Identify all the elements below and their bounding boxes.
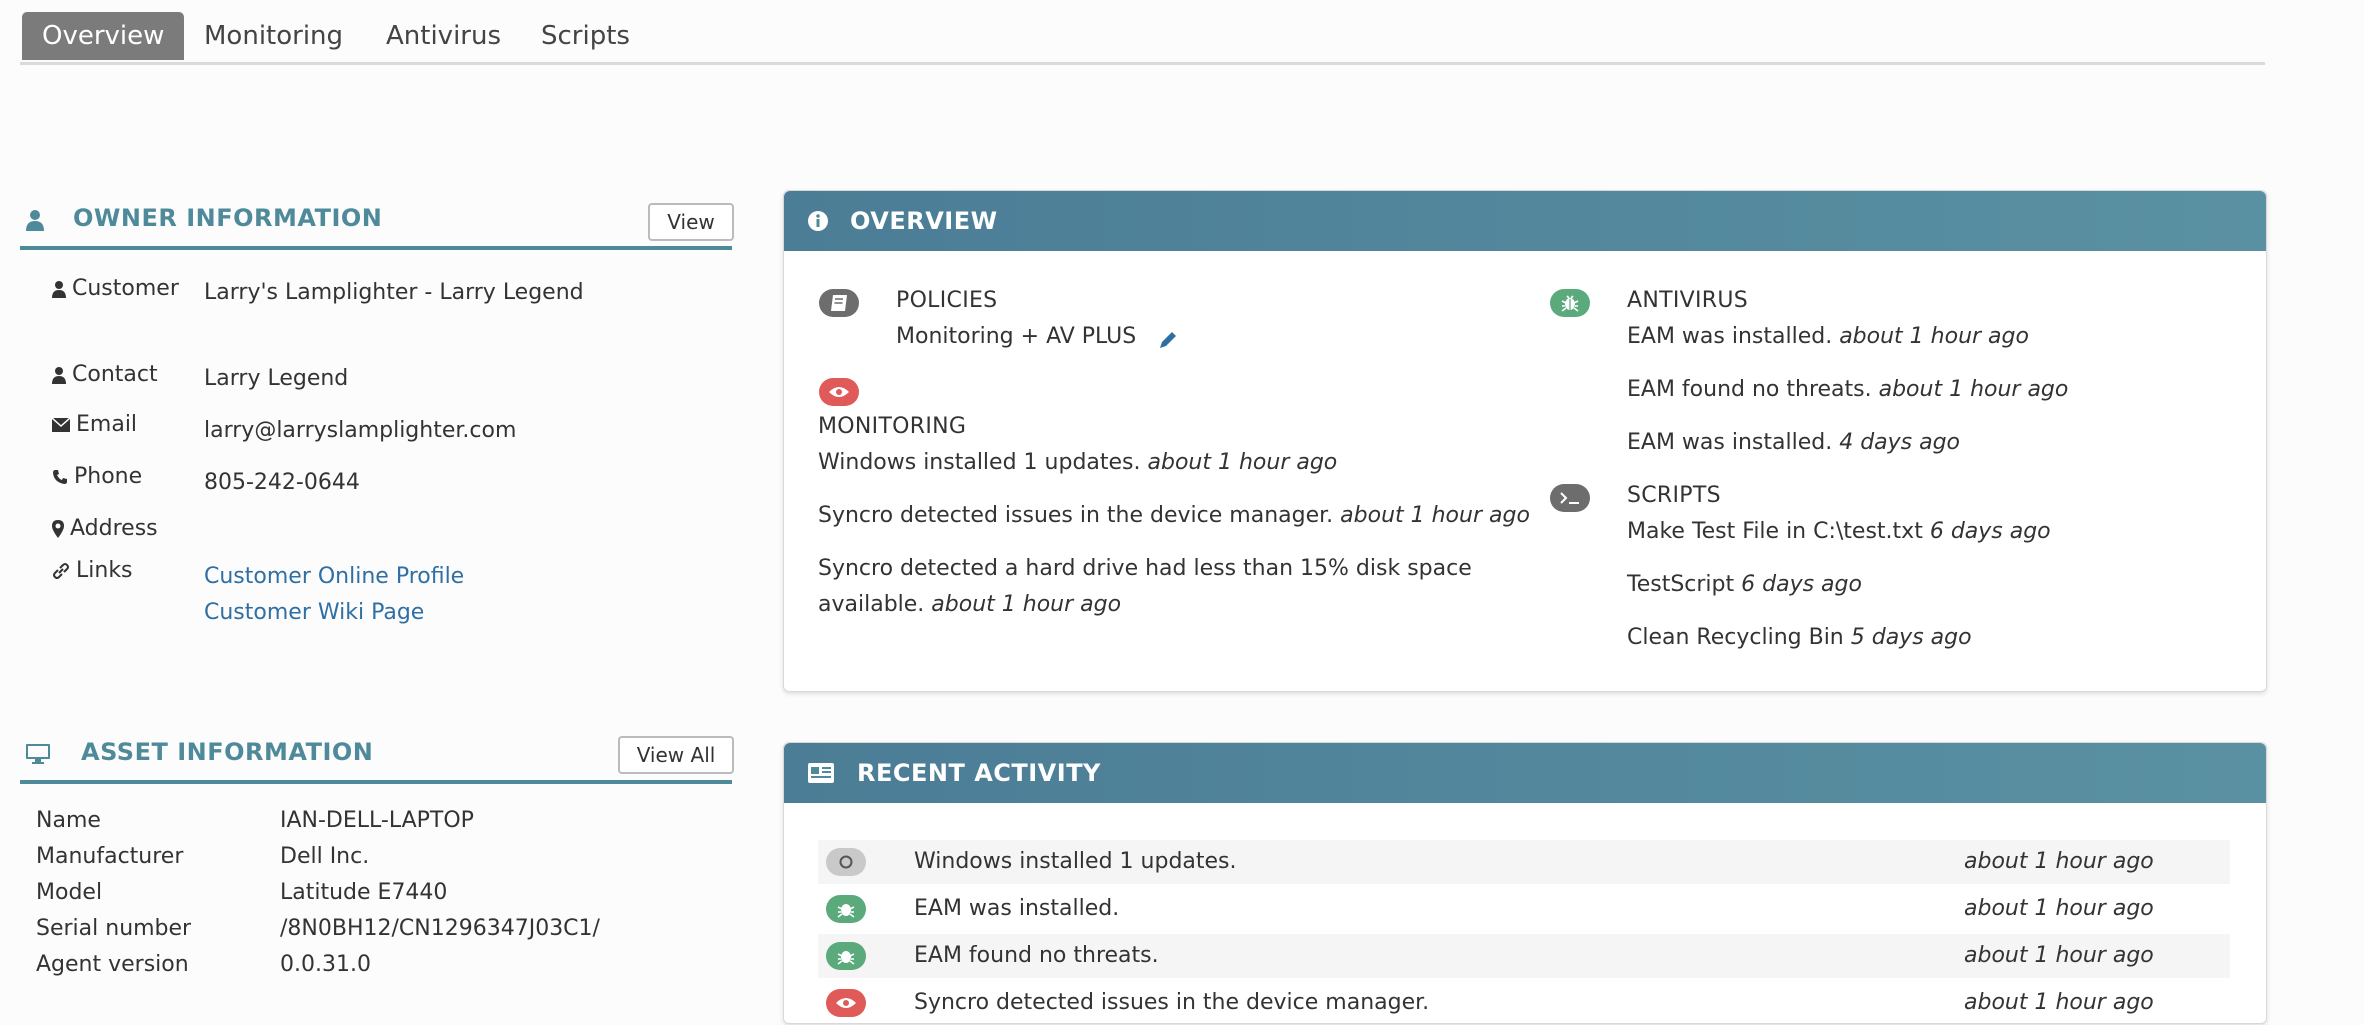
antivirus-item: EAM found no threats. about 1 hour ago — [1627, 377, 2069, 402]
activity-time: about 1 hour ago — [1964, 990, 2154, 1015]
asset-manufacturer-value: Dell Inc. — [280, 844, 370, 869]
policies-title: POLICIES — [896, 288, 998, 313]
recent-activity-card-header: RECENT ACTIVITY — [784, 743, 2266, 803]
envelope-icon — [52, 418, 70, 432]
policy-value: Monitoring + AV PLUS — [896, 324, 1137, 349]
overview-title: OVERVIEW — [850, 207, 998, 235]
activity-badge — [826, 895, 866, 923]
bug-icon — [837, 904, 855, 918]
tab-monitoring[interactable]: Monitoring — [204, 12, 343, 60]
activity-text: EAM found no threats. — [914, 943, 1159, 968]
asset-model-value: Latitude E7440 — [280, 880, 448, 905]
terminal-icon — [1560, 492, 1579, 504]
phone-icon — [53, 470, 67, 484]
circle-icon — [839, 855, 853, 869]
monitoring-item-continued: available. about 1 hour ago — [818, 592, 1122, 617]
asset-info-title: ASSET INFORMATION — [81, 738, 374, 766]
activity-text: Syncro detected issues in the device man… — [914, 990, 1430, 1015]
activity-row: EAM was installed. about 1 hour ago — [818, 887, 2230, 931]
news-icon — [808, 763, 834, 783]
antivirus-title: ANTIVIRUS — [1627, 288, 1749, 313]
policies-badge — [819, 289, 859, 317]
user-icon — [52, 367, 66, 384]
email-label: Email — [52, 412, 137, 437]
asset-name-value: IAN-DELL-LAPTOP — [280, 808, 474, 833]
scripts-item: Make Test File in C:\test.txt 6 days ago — [1627, 519, 2051, 544]
scripts-item: TestScript 6 days ago — [1627, 572, 1862, 597]
info-icon — [808, 211, 828, 231]
activity-text: Windows installed 1 updates. — [914, 849, 1237, 874]
activity-row: EAM found no threats. about 1 hour ago — [818, 934, 2230, 978]
antivirus-item: EAM was installed. about 1 hour ago — [1627, 324, 2029, 349]
user-icon — [52, 281, 66, 298]
link-icon — [53, 563, 69, 579]
bug-icon — [1561, 295, 1579, 312]
asset-agent-version-label: Agent version — [36, 952, 189, 977]
contact-value: Larry Legend — [204, 366, 349, 391]
asset-manufacturer-label: Manufacturer — [36, 844, 184, 869]
contact-label: Contact — [52, 362, 158, 387]
activity-time: about 1 hour ago — [1964, 943, 2154, 968]
owner-view-button[interactable]: View — [648, 203, 734, 241]
activity-badge — [826, 848, 866, 876]
customer-wiki-page-link[interactable]: Customer Wiki Page — [204, 600, 424, 625]
customer-online-profile-link[interactable]: Customer Online Profile — [204, 564, 464, 589]
activity-row: Windows installed 1 updates. about 1 hou… — [818, 840, 2230, 884]
links-label: Links — [52, 558, 133, 583]
scripts-title: SCRIPTS — [1627, 483, 1721, 508]
tab-antivirus[interactable]: Antivirus — [386, 12, 501, 60]
asset-serial-value: /8N0BH12/CN1296347J03C1/ — [280, 916, 600, 941]
bug-icon — [837, 951, 855, 965]
tab-scripts[interactable]: Scripts — [541, 12, 630, 60]
tab-overview[interactable]: Overview — [22, 12, 185, 60]
book-icon — [831, 295, 847, 311]
asset-name-label: Name — [36, 808, 101, 833]
asset-model-label: Model — [36, 880, 103, 905]
phone-label: Phone — [52, 464, 142, 489]
antivirus-item: EAM was installed. 4 days ago — [1627, 430, 1961, 455]
pencil-icon[interactable] — [1158, 330, 1178, 350]
activity-time: about 1 hour ago — [1964, 849, 2154, 874]
owner-info-title: OWNER INFORMATION — [73, 204, 383, 232]
address-label: Address — [52, 516, 158, 541]
monitor-icon — [26, 744, 50, 764]
tab-bar: Overview Monitoring Antivirus Scripts — [20, 10, 2265, 65]
user-icon — [26, 210, 44, 231]
monitoring-item: Syncro detected a hard drive had less th… — [818, 556, 1472, 581]
customer-label: Customer — [52, 276, 179, 301]
scripts-item: Clean Recycling Bin 5 days ago — [1627, 625, 1972, 650]
asset-serial-label: Serial number — [36, 916, 192, 941]
activity-badge — [826, 942, 866, 970]
overview-card-header: OVERVIEW — [784, 191, 2266, 251]
activity-badge — [826, 989, 866, 1017]
monitoring-item: Syncro detected issues in the device man… — [818, 503, 1530, 528]
monitoring-badge — [819, 378, 859, 406]
activity-time: about 1 hour ago — [1964, 896, 2154, 921]
monitoring-item: Windows installed 1 updates. about 1 hou… — [818, 450, 1338, 475]
antivirus-badge — [1550, 289, 1590, 317]
asset-view-all-button[interactable]: View All — [618, 736, 734, 774]
email-value: larry@larryslamplighter.com — [204, 418, 517, 443]
eye-icon — [836, 998, 856, 1008]
map-marker-icon — [52, 520, 64, 538]
monitoring-title: MONITORING — [818, 414, 967, 439]
customer-value: Larry's Lamplighter - Larry Legend — [204, 280, 584, 305]
recent-activity-title: RECENT ACTIVITY — [857, 759, 1101, 787]
asset-agent-version-value: 0.0.31.0 — [280, 952, 371, 977]
activity-text: EAM was installed. — [914, 896, 1120, 921]
eye-icon — [829, 387, 849, 397]
scripts-badge — [1550, 484, 1590, 512]
activity-row: Syncro detected issues in the device man… — [818, 981, 2230, 1025]
phone-value: 805-242-0644 — [204, 470, 360, 495]
